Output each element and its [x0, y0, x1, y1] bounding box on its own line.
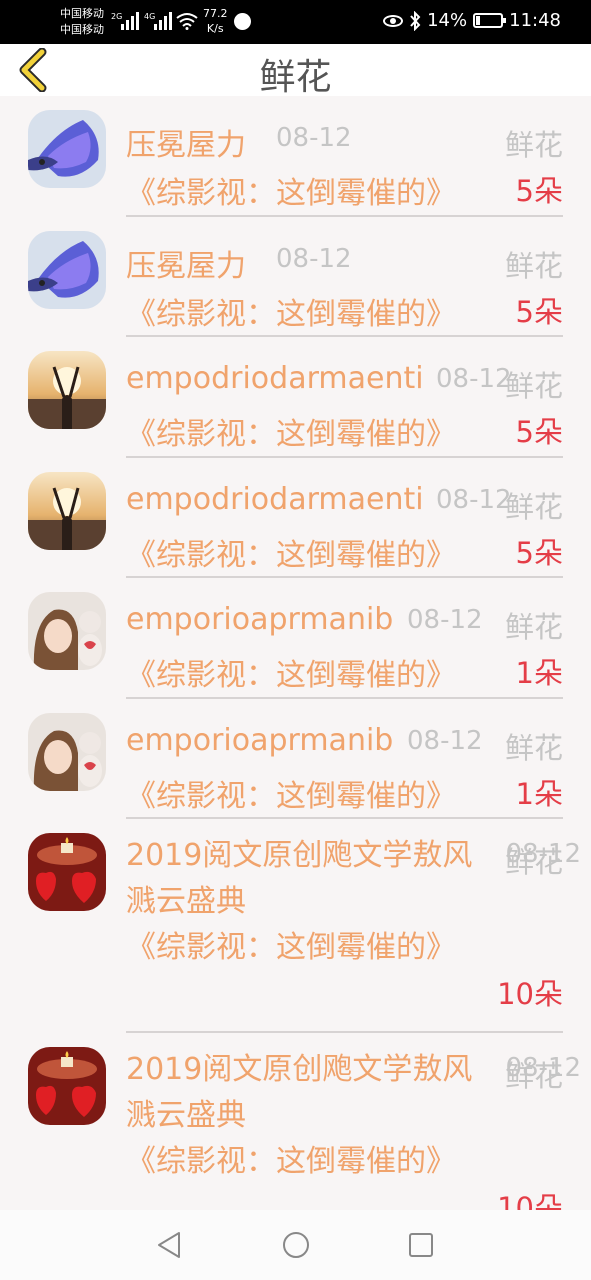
book-title[interactable]: 《综影视：这倒霉催的》 [126, 771, 456, 815]
triangle-back-icon [158, 1232, 180, 1258]
gift-type: 鲜花 [504, 489, 563, 524]
network-speed: 77.2 K/s [203, 6, 228, 36]
fish-avatar-image [28, 110, 106, 188]
signal-icon [154, 12, 172, 30]
gift-date: 08-12 [407, 605, 483, 635]
gift-type: 鲜花 [504, 845, 563, 879]
list-item[interactable]: emporioaprmanib 08-12 鲜花 《综影视：这倒霉催的》 1朵 [0, 578, 591, 699]
sender-name: 2019阅文原创飑文学敖风溅云盛典 [126, 838, 473, 919]
gift-quantity: 1朵 [515, 656, 563, 690]
sender-name: emporioaprmanib [126, 722, 394, 758]
book-title[interactable]: 《综影视：这倒霉催的》 [126, 650, 456, 694]
sunset-avatar-image [28, 351, 106, 429]
battery-percent: 14% [427, 10, 468, 31]
gift-date: 08-12 [276, 243, 352, 274]
gift-quantity: 1朵 [515, 776, 563, 811]
gift-quantity: 10朵 [497, 977, 563, 1011]
gift-type: 鲜花 [504, 610, 563, 644]
bluetooth-icon [410, 10, 421, 31]
gift-date: 08-12 [436, 484, 512, 515]
nav-back-button[interactable] [155, 1230, 185, 1260]
book-title[interactable]: 《综影视：这倒霉催的》 [126, 530, 456, 574]
gift-type: 鲜花 [504, 730, 563, 765]
gift-date: 08-12 [407, 725, 483, 756]
clock: 11:48 [509, 10, 561, 31]
gift-type: 鲜花 [504, 248, 563, 283]
system-nav-bar [0, 1210, 591, 1280]
gift-type: 鲜花 [504, 369, 563, 403]
carrier-labels: 中国移动 中国移动 [60, 6, 104, 38]
gift-quantity: 5朵 [515, 415, 563, 449]
avatar[interactable] [28, 110, 106, 188]
avatar[interactable] [28, 230, 106, 309]
avatar[interactable] [28, 471, 106, 550]
avatar[interactable] [28, 592, 106, 670]
wifi-icon [176, 13, 198, 30]
list-item[interactable]: 2019阅文原创飑文学敖风溅云盛典 08-12 鲜花 《综影视：这倒霉催的》 1… [0, 819, 591, 1033]
sender-name: 压冕屋力 [126, 128, 246, 163]
list-item[interactable]: emporioaprmanib 08-12 鲜花 《综影视：这倒霉催的》 1朵 [0, 699, 591, 819]
list-item[interactable]: 压冕屋力 08-12 鲜花 《综影视：这倒霉催的》 5朵 [0, 96, 591, 217]
avatar[interactable] [28, 833, 106, 911]
speed-value: 77.2 [203, 7, 228, 20]
sender-name: emporioaprmanib [126, 602, 394, 637]
book-title[interactable]: 《综影视：这倒霉催的》 [126, 289, 456, 333]
square-recents-icon [409, 1233, 433, 1257]
sender-name: 压冕屋力 [126, 248, 246, 284]
speed-unit: K/s [206, 22, 224, 35]
hearts-avatar-image [28, 833, 106, 911]
fish-avatar-image [28, 230, 106, 309]
gift-quantity: 10朵 [497, 1191, 563, 1210]
avatar[interactable] [28, 712, 106, 791]
page-title: 鲜花 [259, 57, 332, 98]
list-item[interactable]: 2019阅文原创飑文学敖风溅云盛典 08-12 鲜花 《综影视：这倒霉催的》 1… [0, 1033, 591, 1210]
gift-type: 鲜花 [504, 128, 563, 162]
gift-quantity: 5朵 [515, 294, 563, 329]
carrier-1: 中国移动 [60, 7, 104, 20]
book-title[interactable]: 《综影视：这倒霉催的》 [126, 168, 456, 212]
list-item[interactable]: empodriodarmaenti 08-12 鲜花 《综影视：这倒霉催的》 5… [0, 458, 591, 578]
eye-icon [383, 14, 404, 27]
book-title[interactable]: 《综影视：这倒霉催的》 [126, 1139, 456, 1185]
nav-home-button[interactable] [281, 1230, 311, 1260]
list-item[interactable]: 压冕屋力 08-12 鲜花 《综影视：这倒霉催的》 5朵 [0, 217, 591, 337]
nav-recents-button[interactable] [406, 1230, 436, 1260]
avatar[interactable] [28, 1047, 106, 1125]
circle-home-icon [283, 1232, 309, 1258]
signal-icon [121, 12, 139, 30]
gift-date: 08-12 [436, 364, 512, 394]
book-title[interactable]: 《综影视：这倒霉催的》 [126, 409, 456, 453]
list-item[interactable]: empodriodarmaenti 08-12 鲜花 《综影视：这倒霉催的》 5… [0, 337, 591, 458]
globe-icon [234, 13, 251, 30]
gift-quantity: 5朵 [515, 174, 563, 208]
gift-record-list[interactable]: 压冕屋力 08-12 鲜花 《综影视：这倒霉催的》 5朵 压冕屋力 08-12 … [0, 96, 591, 1210]
carrier-2: 中国移动 [60, 23, 104, 36]
sunset-avatar-image [28, 471, 106, 550]
gift-type: 鲜花 [504, 1059, 563, 1093]
sender-name: 2019阅文原创飑文学敖风溅云盛典 [126, 1052, 473, 1133]
book-title[interactable]: 《综影视：这倒霉催的》 [126, 925, 456, 971]
app-header: 鲜花 [0, 44, 591, 98]
gift-quantity: 5朵 [515, 535, 563, 570]
avatar[interactable] [28, 351, 106, 429]
hearts-avatar-image [28, 1047, 106, 1125]
battery-icon [473, 13, 507, 28]
status-bar: 中国移动 中国移动 2G 4G 77.2 K/s 14% 11:48 [0, 0, 591, 44]
girl-avatar-image [28, 712, 106, 791]
gift-date: 08-12 [276, 123, 352, 153]
sender-name: empodriodarmaenti [126, 361, 424, 396]
girl-avatar-image [28, 592, 106, 670]
sender-name: empodriodarmaenti [126, 481, 424, 517]
